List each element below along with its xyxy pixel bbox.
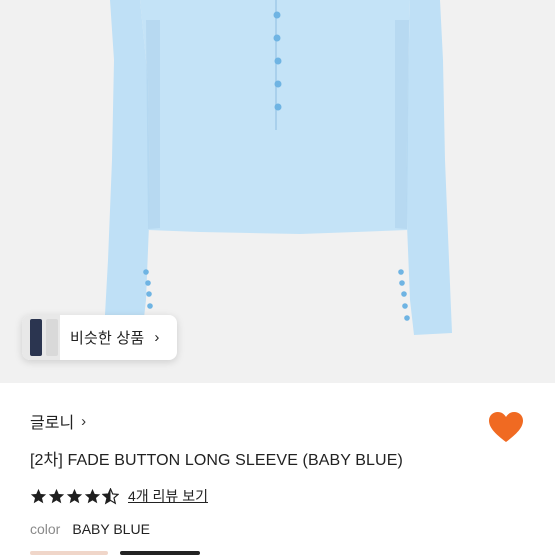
star-filled-icon (48, 488, 65, 503)
rating-row: 4개 리뷰 보기 (30, 485, 530, 507)
brand-name: 글로니 (30, 415, 75, 432)
star-half-icon (102, 487, 119, 505)
option-value: BABY BLUE (72, 521, 150, 537)
product-title: [2차] FADE BUTTON LONG SLEEVE (BABY BLUE) (30, 452, 403, 469)
similar-product-thumbnails (22, 315, 60, 360)
brand-link[interactable]: 글로니 › (30, 408, 530, 434)
color-option: color BABY BLUE (30, 521, 530, 537)
chevron-right-icon: › (81, 412, 87, 430)
star-filled-icon (84, 488, 101, 503)
chevron-right-icon: › (154, 329, 160, 346)
star-filled-icon (30, 488, 47, 503)
similar-products-button[interactable]: 비슷한 상품 › (22, 315, 178, 360)
similar-products-label: 비슷한 상품 (70, 330, 145, 347)
review-link[interactable]: 4개 리뷰 보기 (128, 486, 208, 506)
product-image[interactable]: 비슷한 상품 › (0, 0, 555, 383)
star-filled-icon (66, 488, 83, 503)
rating-stars (30, 487, 120, 505)
option-key: color (30, 521, 61, 537)
product-info: 글로니 › [2차] FADE BUTTON LONG SLEEVE (BABY… (30, 408, 530, 538)
bottom-bar-peek (30, 551, 200, 555)
